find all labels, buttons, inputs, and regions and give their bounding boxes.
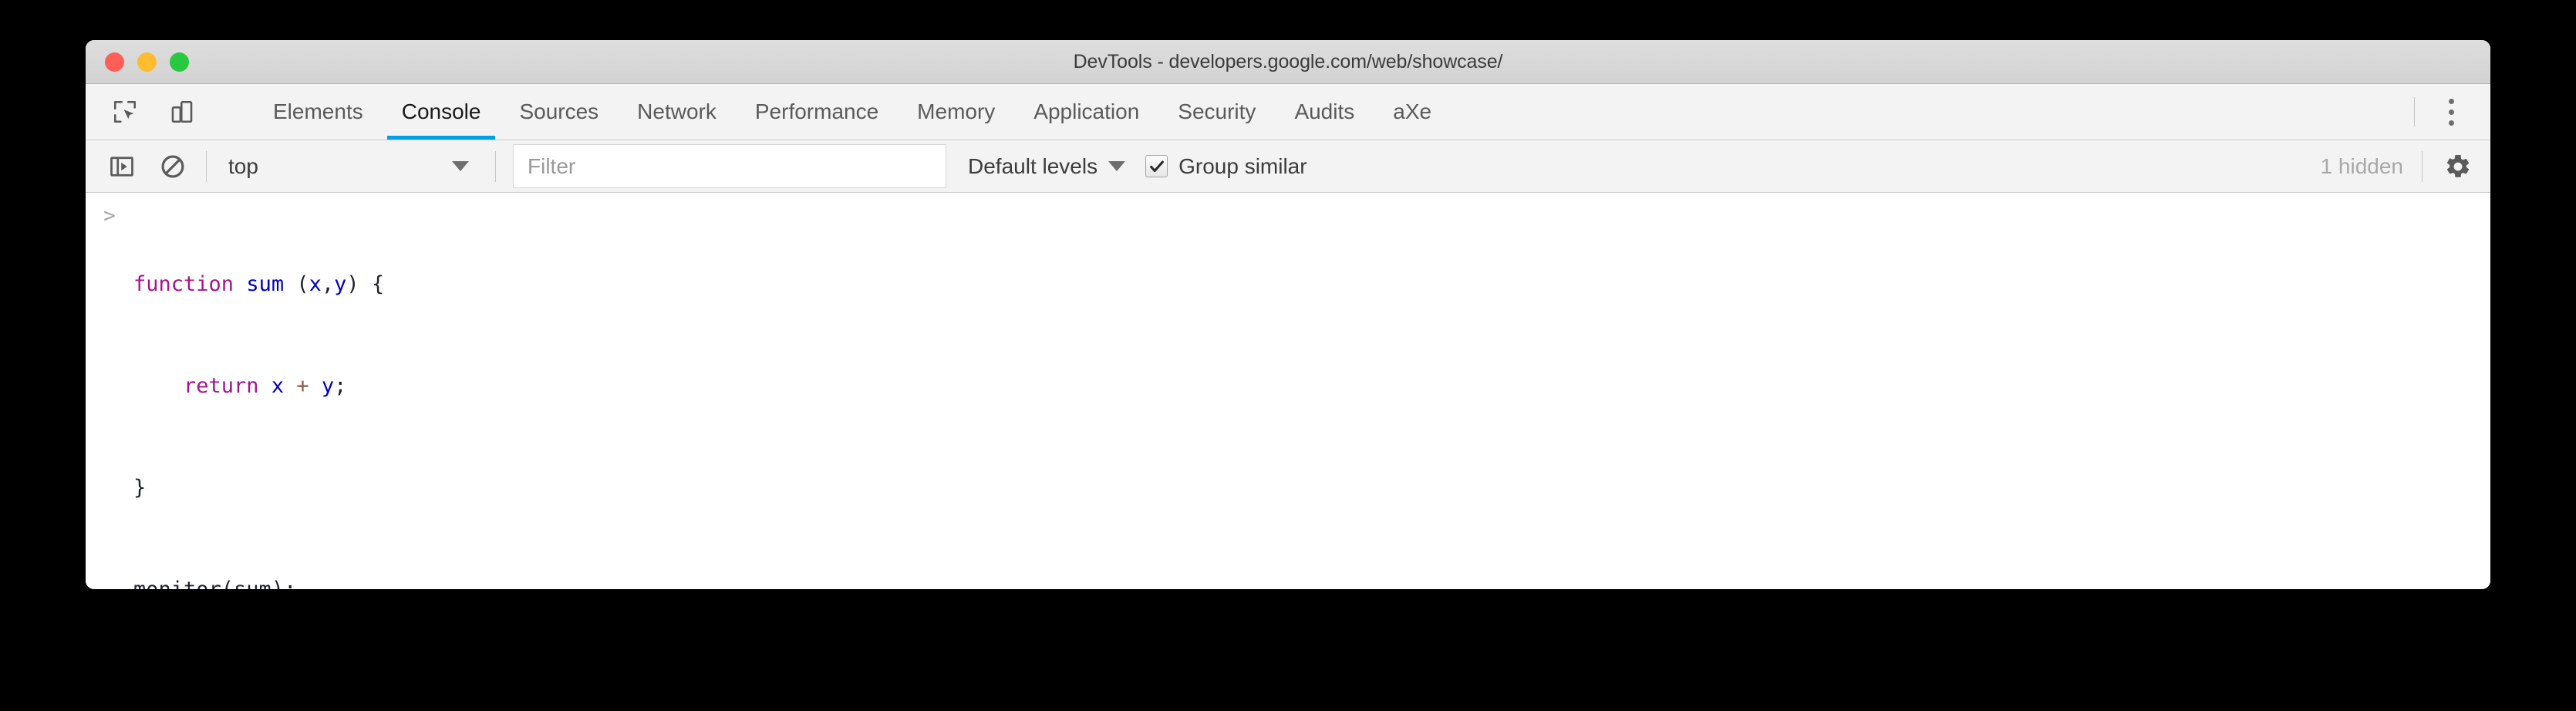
tab-network[interactable]: Network [618,84,736,140]
input-prompt-gutter: > [86,200,133,226]
console-input-message: > function sum (x,y) { return x + y; } m… [86,193,2490,589]
code-line: return x + y; [133,369,2467,403]
panel-tabs: Elements Console Sources Network Perform… [254,84,2414,140]
hidden-messages-count: 1 hidden [2321,154,2403,179]
devtools-tab-bar: Elements Console Sources Network Perform… [86,84,2490,140]
devtools-window: DevTools - developers.google.com/web/sho… [86,40,2490,589]
chevron-down-icon [1108,161,1125,171]
log-levels-label: Default levels [968,154,1097,179]
tab-bar-icon-group [86,84,237,140]
title-bar: DevTools - developers.google.com/web/sho… [86,40,2490,84]
tab-bar-right-group [2414,84,2490,140]
tab-audits[interactable]: Audits [1275,84,1374,140]
tab-security[interactable]: Security [1158,84,1275,140]
tab-bar-right-divider [2414,97,2415,126]
group-similar-checkbox[interactable] [1145,155,1168,177]
console-toolbar: top Default levels Group similar 1 hidde… [86,140,2490,193]
group-similar-control[interactable]: Group similar [1145,154,1307,179]
tab-performance[interactable]: Performance [736,84,898,140]
chevron-down-icon [452,161,469,171]
code-line: function sum (x,y) { [133,268,2467,302]
tab-console[interactable]: Console [383,84,501,140]
code-line: } [133,471,2467,505]
inspect-element-icon[interactable] [105,92,145,132]
console-message-list[interactable]: > function sum (x,y) { return x + y; } m… [86,193,2490,589]
console-sidebar-icon[interactable] [101,146,143,187]
console-toolbar-divider-1 [206,151,207,182]
code-line: monitor(sum); [133,573,2467,589]
console-input-code: function sum (x,y) { return x + y; } mon… [133,200,2490,589]
clear-console-icon[interactable] [152,146,194,187]
window-title: DevTools - developers.google.com/web/sho… [86,51,2490,73]
log-levels-selector[interactable]: Default levels [968,154,1125,179]
tab-application[interactable]: Application [1014,84,1158,140]
prompt-arrow-icon: > [103,206,116,226]
gear-icon[interactable] [2436,145,2480,188]
filter-input[interactable] [514,153,946,180]
console-toolbar-divider-3 [2422,151,2423,182]
console-toolbar-divider-2 [495,151,496,182]
group-similar-label: Group similar [1178,154,1307,179]
device-toolbar-icon[interactable] [162,92,202,132]
more-options-icon[interactable] [2430,91,2472,133]
tab-axe[interactable]: aXe [1374,84,1451,140]
filter-input-wrapper[interactable] [513,144,946,188]
tab-memory[interactable]: Memory [898,84,1014,140]
execution-context-selector[interactable]: top [219,140,483,192]
tab-elements[interactable]: Elements [254,84,383,140]
tab-sources[interactable]: Sources [500,84,618,140]
execution-context-label: top [228,154,452,179]
